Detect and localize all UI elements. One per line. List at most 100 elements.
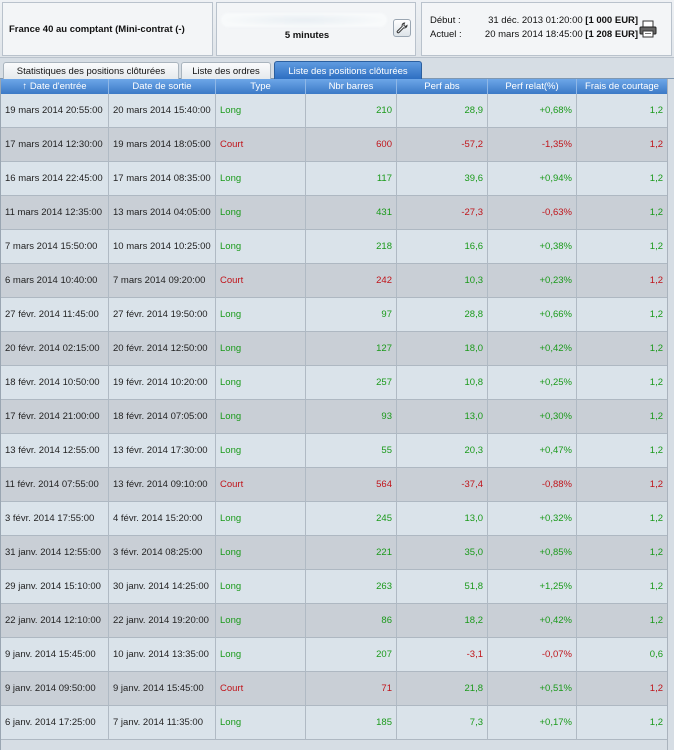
perf-abs-cell: 13,0: [397, 400, 488, 434]
tab-order-list[interactable]: Liste des ordres: [181, 62, 271, 79]
entry-date-cell: 6 mars 2014 10:40:00: [1, 264, 109, 298]
table-row[interactable]: 22 janv. 2014 12:10:00 22 janv. 2014 19:2…: [1, 604, 667, 638]
table-header: ↑ Date d'entrée Date de sortie Type Nbr …: [1, 79, 667, 94]
table-row[interactable]: 17 mars 2014 12:30:00 19 mars 2014 18:05:…: [1, 128, 667, 162]
commission-cell: 1,2: [577, 128, 667, 162]
perf-rel-cell: +0,51%: [488, 672, 577, 706]
wrench-icon[interactable]: [393, 19, 411, 37]
perf-abs-cell: 28,9: [397, 94, 488, 128]
perf-abs-cell: 28,8: [397, 298, 488, 332]
tab-closed-positions-list[interactable]: Liste des positions clôturées: [274, 61, 422, 80]
perf-abs-cell: 39,6: [397, 162, 488, 196]
column-header-bar-count[interactable]: Nbr barres: [306, 79, 397, 94]
table-row[interactable]: 6 mars 2014 10:40:00 7 mars 2014 09:20:00…: [1, 264, 667, 298]
bar-count-cell: 86: [306, 604, 397, 638]
commission-cell: 1,2: [577, 264, 667, 298]
exit-date-cell: 20 mars 2014 15:40:00: [109, 94, 216, 128]
table-row[interactable]: 16 mars 2014 22:45:00 17 mars 2014 08:35:…: [1, 162, 667, 196]
type-cell: Long: [216, 434, 306, 468]
perf-rel-cell: +0,94%: [488, 162, 577, 196]
type-cell: Long: [216, 638, 306, 672]
perf-rel-cell: -1,35%: [488, 128, 577, 162]
column-header-entry-date[interactable]: ↑ Date d'entrée: [1, 79, 109, 94]
table-row[interactable]: 19 mars 2014 20:55:00 20 mars 2014 15:40:…: [1, 94, 667, 128]
start-capital: [1 000 EUR]: [585, 15, 639, 26]
exit-date-cell: 9 janv. 2014 15:45:00: [109, 672, 216, 706]
commission-cell: 1,2: [577, 366, 667, 400]
perf-rel-cell: +0,42%: [488, 604, 577, 638]
type-cell: Long: [216, 162, 306, 196]
entry-date-cell: 11 mars 2014 12:35:00: [1, 196, 109, 230]
table-row[interactable]: 20 févr. 2014 02:15:00 20 févr. 2014 12:5…: [1, 332, 667, 366]
instrument-name[interactable]: France 40 au comptant (Mini-contrat (-): [2, 2, 213, 56]
bar-count-cell: 97: [306, 298, 397, 332]
exit-date-cell: 19 mars 2014 18:05:00: [109, 128, 216, 162]
table-row[interactable]: 9 janv. 2014 15:45:00 10 janv. 2014 13:35…: [1, 638, 667, 672]
start-label: Début :: [430, 15, 461, 26]
commission-cell: 1,2: [577, 672, 667, 706]
commission-cell: 1,2: [577, 298, 667, 332]
type-cell: Long: [216, 196, 306, 230]
perf-rel-cell: +0,25%: [488, 366, 577, 400]
perf-rel-cell: +0,32%: [488, 502, 577, 536]
table-row[interactable]: 13 févr. 2014 12:55:00 13 févr. 2014 17:3…: [1, 434, 667, 468]
exit-date-cell: 30 janv. 2014 14:25:00: [109, 570, 216, 604]
perf-abs-cell: -37,4: [397, 468, 488, 502]
bar-count-cell: 431: [306, 196, 397, 230]
column-header-perf-abs[interactable]: Perf abs: [397, 79, 488, 94]
bar-count-cell: 242: [306, 264, 397, 298]
table-row[interactable]: 27 févr. 2014 11:45:00 27 févr. 2014 19:5…: [1, 298, 667, 332]
type-cell: Long: [216, 570, 306, 604]
exit-date-cell: 7 janv. 2014 11:35:00: [109, 706, 216, 740]
perf-rel-cell: -0,88%: [488, 468, 577, 502]
bar-count-cell: 117: [306, 162, 397, 196]
exit-date-cell: 3 févr. 2014 08:25:00: [109, 536, 216, 570]
entry-date-cell: 11 févr. 2014 07:55:00: [1, 468, 109, 502]
table-row[interactable]: 9 janv. 2014 09:50:00 9 janv. 2014 15:45:…: [1, 672, 667, 706]
bar-count-cell: 564: [306, 468, 397, 502]
start-period: Début : 31 déc. 2013 01:20:00 [1 000 EUR…: [430, 15, 638, 26]
commission-cell: 1,2: [577, 196, 667, 230]
table-row[interactable]: 11 mars 2014 12:35:00 13 mars 2014 04:05:…: [1, 196, 667, 230]
vertical-scrollbar[interactable]: [667, 79, 674, 750]
column-header-type[interactable]: Type: [216, 79, 306, 94]
table-row[interactable]: 17 févr. 2014 21:00:00 18 févr. 2014 07:0…: [1, 400, 667, 434]
table-row[interactable]: 11 févr. 2014 07:55:00 13 févr. 2014 09:1…: [1, 468, 667, 502]
table-row[interactable]: 18 févr. 2014 10:50:00 19 févr. 2014 10:2…: [1, 366, 667, 400]
commission-cell: 1,2: [577, 332, 667, 366]
exit-date-cell: 20 févr. 2014 12:50:00: [109, 332, 216, 366]
table-row[interactable]: 31 janv. 2014 12:55:00 3 févr. 2014 08:25…: [1, 536, 667, 570]
commission-cell: 1,2: [577, 536, 667, 570]
perf-abs-cell: 35,0: [397, 536, 488, 570]
type-cell: Long: [216, 332, 306, 366]
exit-date-cell: 13 mars 2014 04:05:00: [109, 196, 216, 230]
exit-date-cell: 13 févr. 2014 09:10:00: [109, 468, 216, 502]
perf-rel-cell: +0,68%: [488, 94, 577, 128]
tab-closed-positions-stats[interactable]: Statistiques des positions clôturées: [3, 62, 179, 79]
table-row[interactable]: 29 janv. 2014 15:10:00 30 janv. 2014 14:2…: [1, 570, 667, 604]
perf-rel-cell: -0,63%: [488, 196, 577, 230]
entry-date-cell: 18 févr. 2014 10:50:00: [1, 366, 109, 400]
bar-count-cell: 245: [306, 502, 397, 536]
perf-abs-cell: -57,2: [397, 128, 488, 162]
column-header-exit-date[interactable]: Date de sortie: [109, 79, 216, 94]
perf-abs-cell: 7,3: [397, 706, 488, 740]
type-cell: Long: [216, 604, 306, 638]
perf-abs-cell: 13,0: [397, 502, 488, 536]
perf-abs-cell: 10,3: [397, 264, 488, 298]
entry-date-cell: 17 mars 2014 12:30:00: [1, 128, 109, 162]
perf-rel-cell: +0,66%: [488, 298, 577, 332]
table-row[interactable]: 6 janv. 2014 17:25:00 7 janv. 2014 11:35:…: [1, 706, 667, 740]
table-row[interactable]: 7 mars 2014 15:50:00 10 mars 2014 10:25:0…: [1, 230, 667, 264]
perf-rel-cell: +0,17%: [488, 706, 577, 740]
perf-abs-cell: -3,1: [397, 638, 488, 672]
table-row[interactable]: 3 févr. 2014 17:55:00 4 févr. 2014 15:20:…: [1, 502, 667, 536]
type-cell: Court: [216, 264, 306, 298]
bar-count-cell: 127: [306, 332, 397, 366]
commission-cell: 1,2: [577, 570, 667, 604]
start-date: 31 déc. 2013 01:20:00: [488, 15, 583, 26]
printer-icon[interactable]: [638, 20, 658, 38]
column-header-commission[interactable]: Frais de courtage: [577, 79, 667, 94]
redacted-field: [221, 13, 387, 27]
column-header-perf-rel[interactable]: Perf relat(%): [488, 79, 577, 94]
